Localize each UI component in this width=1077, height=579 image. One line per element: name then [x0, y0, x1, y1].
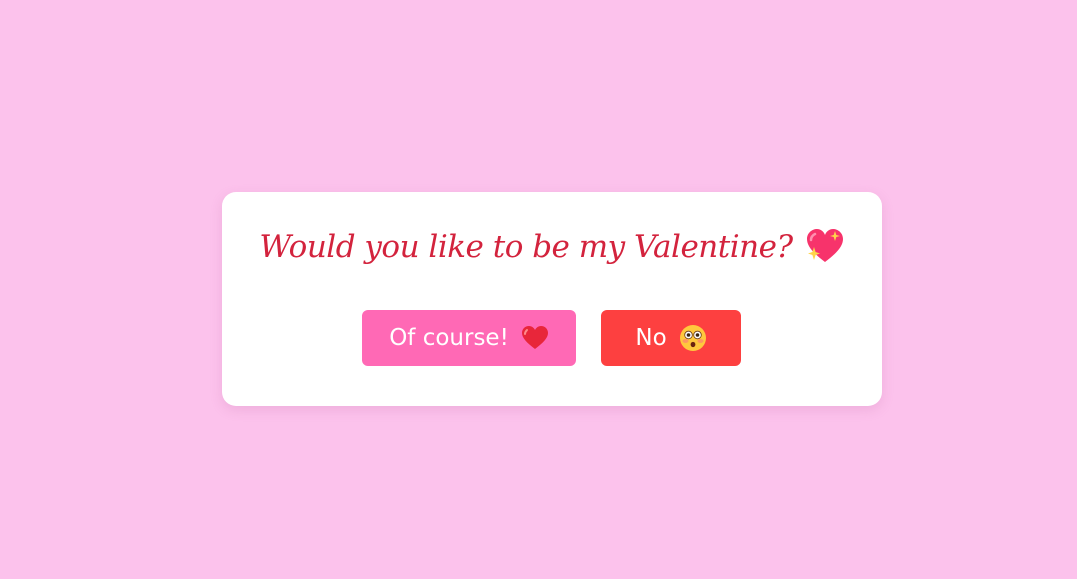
question-row: Would you like to be my Valentine? — [222, 222, 882, 272]
sparkling-heart-icon — [805, 227, 845, 267]
no-button[interactable]: No — [601, 310, 741, 366]
no-button-label: No — [635, 325, 667, 351]
of-course-button[interactable]: Of course! — [362, 310, 576, 366]
of-course-button-label: Of course! — [389, 325, 509, 351]
flushed-face-icon — [679, 324, 707, 352]
question-text: Would you like to be my Valentine? — [259, 229, 793, 265]
red-heart-icon — [521, 325, 549, 351]
valentine-card: Would you like to be my Valentine? Of co… — [222, 192, 882, 406]
